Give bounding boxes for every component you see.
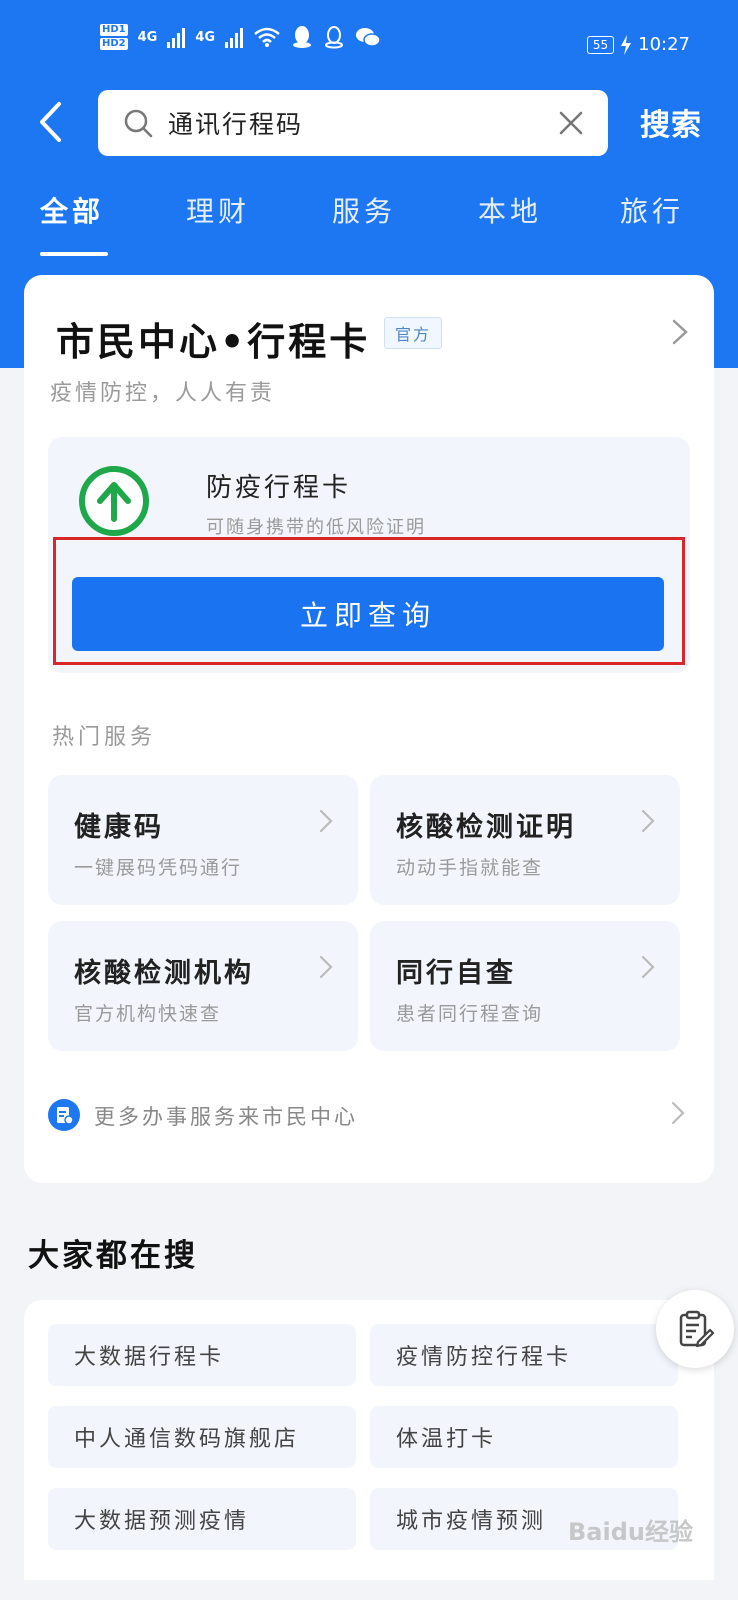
service-title: 同行自查 — [396, 958, 516, 989]
chevron-right-icon — [319, 809, 333, 833]
service-tile-health-code[interactable]: 健康码 一键展码凭码通行 — [48, 775, 358, 905]
service-subtitle: 动动手指就能查 — [396, 857, 544, 879]
hd1-badge: HD1 — [100, 24, 128, 36]
search-input[interactable] — [168, 100, 548, 146]
search-button[interactable]: 搜索 — [640, 100, 702, 144]
status-bar: HD1 HD2 4G 4G 55 10:27 — [0, 0, 738, 82]
qq-icon — [293, 26, 312, 48]
watermark: Baidu经验 — [568, 1518, 693, 1546]
green-arrow-up-icon — [79, 466, 149, 536]
back-button[interactable] — [30, 96, 70, 148]
status-right: 55 10:27 — [586, 34, 690, 55]
back-arrow-icon — [40, 102, 61, 142]
service-title: 健康码 — [74, 812, 164, 843]
qq-outline-icon — [325, 26, 344, 49]
trending-item[interactable]: 体温打卡 — [370, 1406, 678, 1468]
feedback-float-button[interactable] — [656, 1290, 734, 1368]
official-badge: 官方 — [384, 317, 442, 349]
tab-services[interactable]: 服务 — [332, 190, 396, 230]
charging-icon — [621, 34, 632, 55]
tab-finance[interactable]: 理财 — [186, 190, 250, 230]
chevron-right-icon[interactable] — [668, 317, 692, 347]
network-type-1: 4G — [137, 29, 158, 45]
service-subtitle: 患者同行程查询 — [396, 1003, 544, 1025]
card-title[interactable]: 市民中心•行程卡 — [56, 311, 370, 366]
chevron-right-icon — [671, 1101, 685, 1125]
more-services-text: 更多办事服务来市民中心 — [94, 1105, 358, 1129]
search-box[interactable] — [98, 90, 608, 156]
service-tile-companion-check[interactable]: 同行自查 患者同行程查询 — [370, 921, 680, 1051]
trending-item[interactable]: 大数据行程卡 — [48, 1324, 356, 1386]
card-subtitle: 疫情防控，人人有责 — [50, 381, 276, 406]
wechat-icon — [356, 28, 381, 47]
tab-local[interactable]: 本地 — [478, 190, 542, 230]
hd-indicators: HD1 HD2 — [100, 24, 128, 50]
signal-icon — [225, 26, 244, 48]
hot-services-label: 热门服务 — [52, 725, 157, 750]
panel-title: 防疫行程卡 — [206, 473, 352, 503]
service-subtitle: 一键展码凭码通行 — [74, 857, 243, 879]
trending-item[interactable]: 中人通信数码旗舰店 — [48, 1406, 356, 1468]
battery-icon: 55 — [586, 35, 615, 54]
tab-travel[interactable]: 旅行 — [620, 190, 684, 230]
service-title: 核酸检测机构 — [74, 958, 254, 989]
tab-all[interactable]: 全部 — [40, 190, 104, 230]
search-icon — [124, 109, 153, 138]
travel-card-panel: 防疫行程卡 可随身携带的低风险证明 立即查询 — [48, 437, 690, 673]
query-now-button[interactable]: 立即查询 — [72, 577, 664, 651]
signal-icon — [167, 26, 186, 48]
panel-subtitle: 可随身携带的低风险证明 — [206, 517, 426, 538]
citizen-center-card: 市民中心•行程卡 官方 疫情防控，人人有责 防疫行程卡 可随身携带的低风险证明 … — [24, 275, 714, 1183]
status-left: HD1 HD2 4G 4G — [100, 24, 381, 50]
clear-icon[interactable] — [556, 108, 586, 138]
trending-item[interactable]: 大数据预测疫情 — [48, 1488, 356, 1550]
hd2-badge: HD2 — [100, 38, 128, 50]
clipboard-edit-icon — [679, 1310, 715, 1348]
active-tab-indicator — [40, 252, 108, 256]
service-tile-test-institution[interactable]: 核酸检测机构 官方机构快速查 — [48, 921, 358, 1051]
network-type-2: 4G — [195, 29, 216, 45]
category-tabs: 全部 理财 服务 本地 旅行 — [0, 190, 738, 260]
more-services-link[interactable]: 更多办事服务来市民中心 — [48, 1085, 690, 1145]
service-tile-test-certificate[interactable]: 核酸检测证明 动动手指就能查 — [370, 775, 680, 905]
service-title: 核酸检测证明 — [396, 812, 576, 843]
service-subtitle: 官方机构快速查 — [74, 1003, 222, 1025]
chevron-right-icon — [641, 809, 655, 833]
clock: 10:27 — [638, 34, 690, 55]
chevron-right-icon — [319, 955, 333, 979]
document-icon — [48, 1099, 80, 1131]
trending-title: 大家都在搜 — [28, 1238, 198, 1274]
trending-item[interactable]: 疫情防控行程卡 — [370, 1324, 678, 1386]
chevron-right-icon — [641, 955, 655, 979]
wifi-icon — [254, 27, 280, 47]
